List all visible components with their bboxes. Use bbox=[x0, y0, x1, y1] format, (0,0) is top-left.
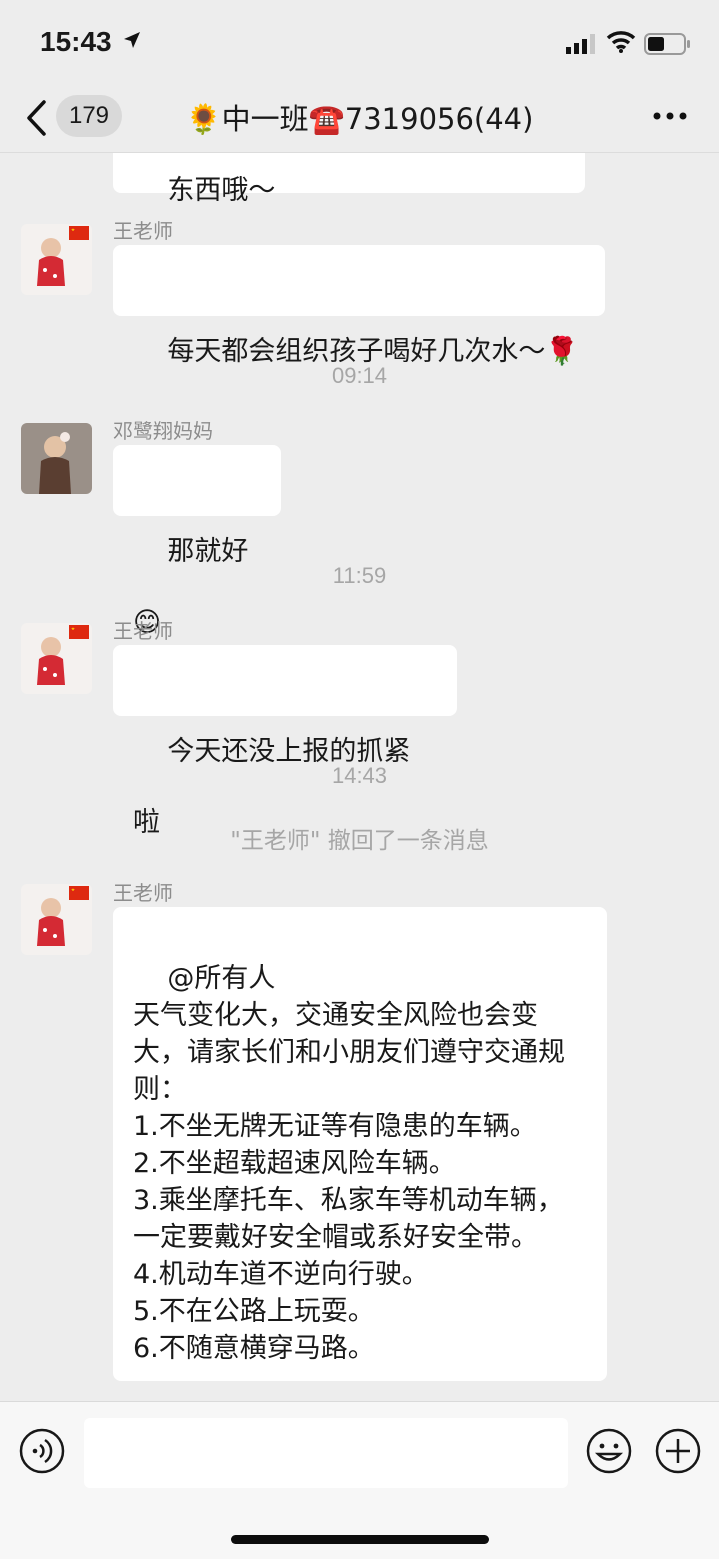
avatar[interactable] bbox=[21, 423, 92, 494]
more-icon[interactable] bbox=[652, 110, 688, 122]
avatar[interactable] bbox=[21, 224, 92, 295]
message-input[interactable] bbox=[84, 1418, 568, 1488]
message-bubble[interactable]: @所有人 天气变化大，交通安全风险也会变大，请家长们和小朋友们遵守交通规则： 1… bbox=[113, 907, 607, 1381]
timestamp: 14:43 bbox=[331, 763, 388, 788]
chat-header: 179 🌻中一班☎️7319056(44) bbox=[0, 86, 719, 153]
status-time: 15:43 bbox=[40, 26, 112, 57]
sender-name: 邓鹭翔妈妈 bbox=[113, 419, 213, 443]
battery-icon bbox=[644, 33, 690, 55]
avatar[interactable] bbox=[21, 623, 92, 694]
sender-name: 王老师 bbox=[113, 619, 173, 643]
status-bar: 15:43 bbox=[0, 0, 719, 86]
message-bubble[interactable]: 东西哦～ bbox=[113, 153, 585, 206]
message-bubble[interactable]: 每天都会组织孩子喝好几次水～🌹 bbox=[113, 245, 605, 367]
message-list[interactable]: 东西哦～ 王老师 每天都会组织孩子喝好几次水～🌹 09:14 邓鹭翔妈妈 那就好… bbox=[0, 153, 719, 1401]
china-flag-icon bbox=[69, 886, 89, 900]
china-flag-icon bbox=[69, 625, 89, 639]
message-bubble[interactable]: 那就好😊 bbox=[113, 445, 281, 638]
sender-name: 王老师 bbox=[113, 881, 173, 905]
timestamp: 09:14 bbox=[331, 363, 388, 388]
voice-icon[interactable] bbox=[18, 1427, 66, 1475]
timestamp: 11:59 bbox=[332, 563, 387, 588]
chat-title: 🌻中一班☎️7319056(44) bbox=[185, 102, 534, 136]
input-bar bbox=[0, 1401, 719, 1559]
china-flag-icon bbox=[69, 226, 89, 240]
emoji-icon[interactable] bbox=[585, 1427, 633, 1475]
wifi-icon bbox=[606, 31, 636, 53]
avatar[interactable] bbox=[21, 884, 92, 955]
location-arrow-icon bbox=[124, 32, 140, 48]
signal-icon bbox=[566, 34, 595, 54]
message-text: @所有人 天气变化大，交通安全风险也会变大，请家长们和小朋友们遵守交通规则： 1… bbox=[133, 963, 565, 1364]
system-message: "王老师" 撤回了一条消息 bbox=[230, 828, 489, 854]
message-bubble[interactable]: 今天还没上报的抓紧啦 bbox=[113, 645, 457, 838]
plus-icon[interactable] bbox=[654, 1427, 702, 1475]
sender-name: 王老师 bbox=[113, 219, 173, 243]
message-text: 东西哦～ bbox=[167, 175, 276, 206]
home-indicator[interactable] bbox=[231, 1535, 489, 1544]
